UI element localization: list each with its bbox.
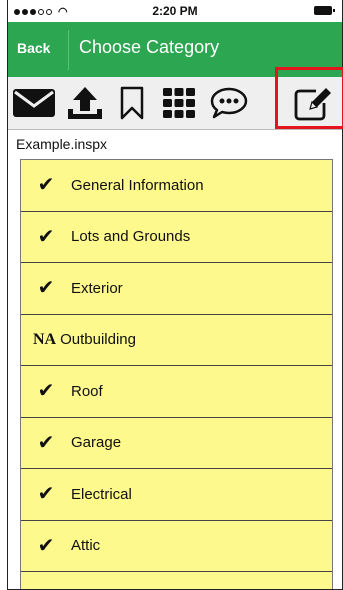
category-row-electrical[interactable]: ✔ Electrical bbox=[21, 469, 332, 521]
upload-icon[interactable] bbox=[62, 83, 108, 123]
category-label: Exterior bbox=[71, 279, 123, 297]
category-row-attic[interactable]: ✔ Attic bbox=[21, 520, 332, 572]
category-row-general-information[interactable]: ✔ General Information bbox=[21, 160, 332, 212]
checkmark-icon: ✔ bbox=[37, 380, 55, 403]
category-list: ✔ General Information ✔ Lots and Grounds… bbox=[20, 159, 333, 589]
checkmark-icon: ✔ bbox=[37, 174, 55, 197]
na-badge: NA bbox=[33, 330, 57, 348]
page-title: Choose Category bbox=[79, 37, 220, 57]
status-bar: ◠ 2:20 PM bbox=[8, 0, 342, 22]
category-label: Garage bbox=[71, 434, 122, 452]
battery-icon bbox=[314, 6, 335, 15]
checkmark-icon: ✔ bbox=[37, 225, 55, 248]
category-row-outbuilding[interactable]: NA Outbuilding bbox=[21, 314, 332, 366]
checkmark-icon: ✔ bbox=[37, 483, 55, 506]
speech-bubble-icon[interactable] bbox=[206, 83, 252, 123]
file-name: Example.inspx bbox=[16, 136, 108, 152]
checkmark-icon: ✔ bbox=[37, 534, 55, 557]
checkmark-icon: ✔ bbox=[37, 277, 55, 300]
category-row-exterior[interactable]: ✔ Exterior bbox=[21, 263, 332, 315]
category-label: Roof bbox=[71, 382, 103, 400]
category-label: Attic bbox=[71, 537, 101, 555]
nav-divider bbox=[68, 30, 69, 70]
category-row-roof[interactable]: ✔ Roof bbox=[21, 366, 332, 418]
back-button[interactable]: Back bbox=[17, 40, 50, 56]
category-label: Lots and Grounds bbox=[71, 228, 191, 246]
category-label: General Information bbox=[71, 176, 204, 194]
category-row-lots-and-grounds[interactable]: ✔ Lots and Grounds bbox=[21, 211, 332, 263]
checkmark-icon: ✔ bbox=[37, 431, 55, 454]
category-row-garage[interactable]: ✔ Garage bbox=[21, 417, 332, 469]
category-label: Outbuilding bbox=[60, 331, 136, 349]
grid-icon[interactable] bbox=[156, 83, 202, 123]
status-time: 2:20 PM bbox=[152, 4, 198, 18]
envelope-icon[interactable] bbox=[10, 83, 58, 123]
edit-highlight-box bbox=[275, 67, 343, 129]
category-label: Electrical bbox=[71, 485, 132, 503]
bookmark-icon[interactable] bbox=[112, 83, 152, 123]
